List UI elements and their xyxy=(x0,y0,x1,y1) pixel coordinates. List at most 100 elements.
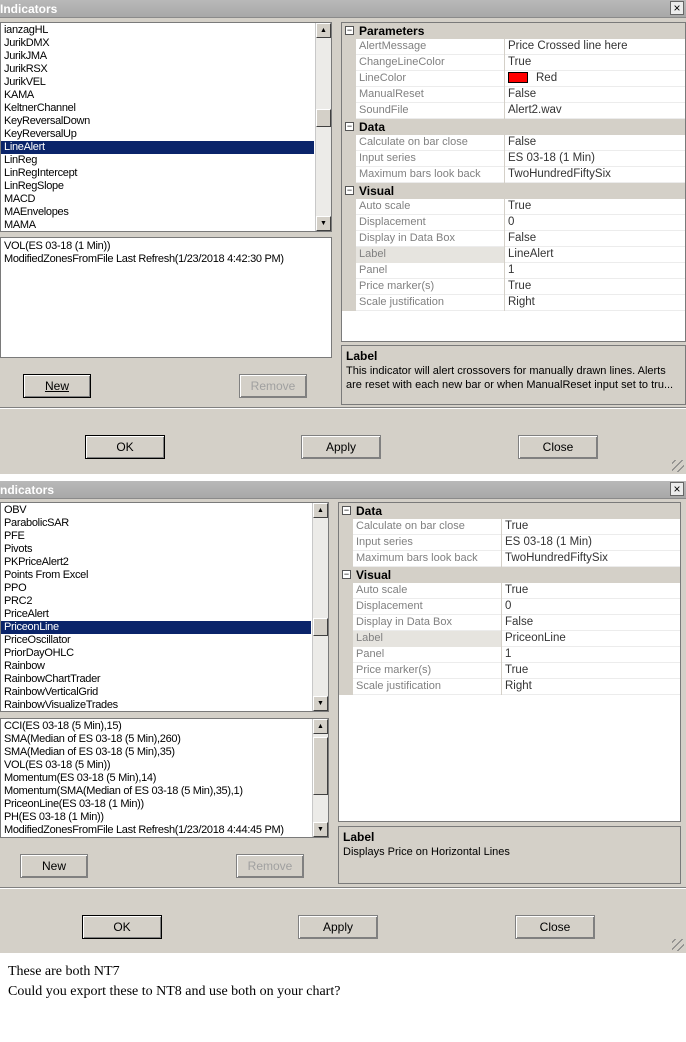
apply-button[interactable]: Apply xyxy=(301,435,381,459)
new-button[interactable]: New xyxy=(20,854,88,878)
column-divider[interactable] xyxy=(501,535,502,551)
new-button[interactable]: New xyxy=(23,374,91,398)
property-value[interactable]: True xyxy=(505,584,528,596)
column-divider[interactable] xyxy=(504,199,505,215)
property-value[interactable]: False xyxy=(508,232,536,244)
close-button[interactable]: Close xyxy=(515,915,595,939)
scrollbar-thumb[interactable] xyxy=(313,618,328,636)
list-item[interactable]: Pivots xyxy=(1,543,311,556)
list-item[interactable]: RainbowVisualizeTrades xyxy=(1,699,311,711)
ok-button[interactable]: OK xyxy=(82,915,162,939)
property-row[interactable]: SoundFile Alert2.wav xyxy=(342,103,685,119)
dialog-title-bar[interactable]: Indicators × xyxy=(0,0,686,18)
property-row[interactable]: Calculate on bar close False xyxy=(342,135,685,151)
list-item[interactable]: KAMA xyxy=(1,89,314,102)
list-item[interactable]: PRC2 xyxy=(1,595,311,608)
applied-indicators-list[interactable]: CCI(ES 03-18 (5 Min),15) SMA(Median of ES… xyxy=(0,718,329,838)
apply-button[interactable]: Apply xyxy=(298,915,378,939)
scroll-up-icon[interactable]: ▲ xyxy=(313,719,328,734)
property-value[interactable]: TwoHundredFiftySix xyxy=(508,168,611,180)
property-row[interactable]: Maximum bars look back TwoHundredFiftySix xyxy=(339,551,680,567)
property-row[interactable]: Price marker(s) True xyxy=(339,663,680,679)
property-row[interactable]: Label PriceonLine xyxy=(339,631,680,647)
property-value[interactable]: LineAlert xyxy=(508,248,553,260)
list-item[interactable]: ParabolicSAR xyxy=(1,517,311,530)
close-icon[interactable]: × xyxy=(670,482,684,496)
list-item[interactable]: PriceAlert xyxy=(1,608,311,621)
resize-grip-icon[interactable] xyxy=(672,939,684,951)
list-item[interactable]: OBV xyxy=(1,504,311,517)
collapse-icon[interactable]: − xyxy=(345,26,354,35)
property-row[interactable]: Auto scale True xyxy=(342,199,685,215)
category-visual[interactable]: − Visual xyxy=(342,183,685,199)
list-item[interactable]: Points From Excel xyxy=(1,569,311,582)
scroll-down-icon[interactable]: ▼ xyxy=(313,696,328,711)
property-row[interactable]: Price marker(s) True xyxy=(342,279,685,295)
list-item[interactable]: VOL(ES 03-18 (5 Min)) xyxy=(1,759,311,772)
property-value[interactable]: 0 xyxy=(505,600,511,612)
property-row[interactable]: Panel 1 xyxy=(342,263,685,279)
property-value[interactable]: Red xyxy=(508,72,557,84)
scrollbar-thumb[interactable] xyxy=(316,109,331,127)
category-visual[interactable]: − Visual xyxy=(339,567,680,583)
list-scrollbar[interactable]: ▲ ▼ xyxy=(312,503,328,711)
list-item[interactable]: RainbowChartTrader xyxy=(1,673,311,686)
property-value[interactable]: True xyxy=(508,280,531,292)
column-divider[interactable] xyxy=(504,247,505,263)
collapse-icon[interactable]: − xyxy=(345,186,354,195)
scroll-up-icon[interactable]: ▲ xyxy=(313,503,328,518)
property-row[interactable]: AlertMessage Price Crossed line here xyxy=(342,39,685,55)
property-value[interactable]: True xyxy=(508,56,531,68)
column-divider[interactable] xyxy=(504,231,505,247)
column-divider[interactable] xyxy=(501,519,502,535)
property-row[interactable]: Display in Data Box False xyxy=(342,231,685,247)
list-item[interactable]: KeyReversalUp xyxy=(1,128,314,141)
column-divider[interactable] xyxy=(501,615,502,631)
column-divider[interactable] xyxy=(501,583,502,599)
property-row[interactable]: Auto scale True xyxy=(339,583,680,599)
property-value[interactable]: ES 03-18 (1 Min) xyxy=(505,536,592,548)
list-item[interactable]: LinRegIntercept xyxy=(1,167,314,180)
ok-button[interactable]: OK xyxy=(85,435,165,459)
property-value[interactable]: False xyxy=(505,616,533,628)
property-row[interactable]: LineColor Red xyxy=(342,71,685,87)
list-item[interactable]: VOL(ES 03-18 (1 Min)) xyxy=(1,240,331,253)
column-divider[interactable] xyxy=(504,87,505,103)
property-row[interactable]: Maximum bars look back TwoHundredFiftySix xyxy=(342,167,685,183)
column-divider[interactable] xyxy=(504,71,505,87)
available-indicators-list[interactable]: OBV ParabolicSAR PFE Pivots PKPriceAlert2 Poi… xyxy=(0,502,329,712)
list-item[interactable]: KeyReversalDown xyxy=(1,115,314,128)
list-item[interactable]: LinReg xyxy=(1,154,314,167)
column-divider[interactable] xyxy=(504,295,505,311)
column-divider[interactable] xyxy=(501,679,502,695)
property-value[interactable]: False xyxy=(508,136,536,148)
list-item[interactable]: PriceOscillator xyxy=(1,634,311,647)
list-item[interactable]: MACD xyxy=(1,193,314,206)
category-parameters[interactable]: − Parameters xyxy=(342,23,685,39)
collapse-icon[interactable]: − xyxy=(342,570,351,579)
list-item[interactable]: PKPriceAlert2 xyxy=(1,556,311,569)
property-value[interactable]: True xyxy=(508,200,531,212)
list-item[interactable]: JurikVEL xyxy=(1,76,314,89)
applied-indicators-list[interactable]: VOL(ES 03-18 (1 Min)) ModifiedZonesFromFi… xyxy=(0,237,332,358)
list-scrollbar[interactable]: ▲ ▼ xyxy=(315,23,331,231)
property-row[interactable]: Scale justification Right xyxy=(342,295,685,311)
property-value[interactable]: Right xyxy=(508,296,535,308)
property-row[interactable]: Input series ES 03-18 (1 Min) xyxy=(342,151,685,167)
column-divider[interactable] xyxy=(501,599,502,615)
list-item[interactable]: PPO xyxy=(1,582,311,595)
property-row[interactable]: Scale justification Right xyxy=(339,679,680,695)
property-value[interactable]: ES 03-18 (1 Min) xyxy=(508,152,595,164)
column-divider[interactable] xyxy=(504,151,505,167)
list-item[interactable]: ModifiedZonesFromFile Last Refresh(1/23/… xyxy=(1,824,311,837)
available-indicators-list[interactable]: ianzagHL JurikDMX JurikJMA JurikRSX JurikVEL… xyxy=(0,22,332,232)
property-grid[interactable]: − Parameters AlertMessage Price Crossed lin… xyxy=(341,22,686,342)
scroll-down-icon[interactable]: ▼ xyxy=(313,822,328,837)
list-item[interactable]: JurikRSX xyxy=(1,63,314,76)
category-data[interactable]: − Data xyxy=(339,503,680,519)
close-icon[interactable]: × xyxy=(670,1,684,15)
list-item[interactable]: RainbowVerticalGrid xyxy=(1,686,311,699)
column-divider[interactable] xyxy=(504,215,505,231)
dialog-title-bar[interactable]: ndicators × xyxy=(0,481,686,499)
list-item[interactable]: ModifiedZonesFromFile Last Refresh(1/23/… xyxy=(1,253,331,266)
